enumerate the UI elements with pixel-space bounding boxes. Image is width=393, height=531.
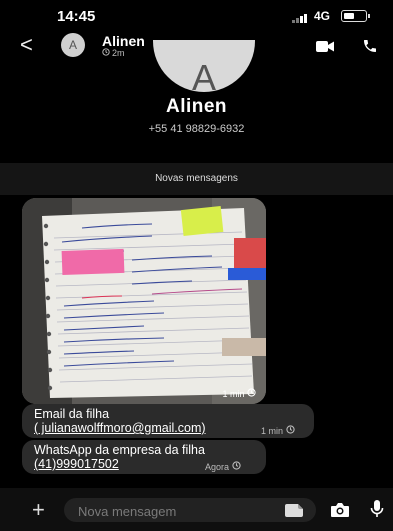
status-time: 14:45	[57, 8, 96, 25]
message-bubble[interactable]: WhatsApp da empresa da filha (41)9990175…	[22, 440, 266, 474]
battery-icon	[341, 10, 370, 22]
subtitle-time: 2m	[112, 48, 125, 58]
message-text: Email da filha	[34, 407, 110, 421]
profile-phone: +55 41 98829-6932	[148, 123, 245, 135]
sticker-icon[interactable]	[284, 502, 306, 518]
contact-name[interactable]: Alinen	[102, 33, 145, 49]
message-field-container	[64, 498, 316, 522]
message-text: WhatsApp da empresa da filha	[34, 443, 205, 457]
message-bubble[interactable]: Email da filha ( julianawolffmoro@gmail.…	[22, 404, 314, 438]
phone-call-icon[interactable]	[362, 38, 378, 54]
timer-icon	[247, 388, 256, 397]
message-input[interactable]	[76, 501, 270, 521]
profile-name: Alinen	[165, 96, 228, 117]
signal-icon	[292, 13, 310, 23]
header-subtitle: 2m	[102, 48, 125, 58]
new-messages-divider: Novas mensagens	[0, 163, 393, 195]
timer-icon	[231, 461, 241, 470]
attach-button[interactable]: +	[32, 497, 45, 523]
profile-avatar[interactable]: A	[153, 40, 255, 92]
microphone-icon[interactable]	[370, 499, 384, 519]
timer-icon	[285, 425, 295, 434]
header-avatar[interactable]: A	[61, 33, 85, 57]
new-messages-label: Novas mensagens	[155, 173, 238, 184]
image-message[interactable]: 1 min	[22, 198, 266, 404]
message-time: 1 min	[261, 425, 295, 436]
email-link[interactable]: ( julianawolffmoro@gmail.com)	[34, 421, 206, 435]
network-type: 4G	[314, 9, 331, 23]
image-message-time: 1 min	[222, 388, 256, 399]
phone-link[interactable]: (41)999017502	[34, 457, 119, 471]
notebook-photo	[22, 198, 266, 404]
timer-icon	[102, 48, 110, 56]
message-time: Agora	[205, 461, 241, 472]
video-call-icon[interactable]	[316, 41, 334, 52]
back-button[interactable]: <	[20, 32, 33, 58]
camera-icon[interactable]	[330, 502, 350, 518]
composer-bar: +	[0, 488, 393, 531]
status-bar: 14:45 4G	[0, 0, 393, 26]
